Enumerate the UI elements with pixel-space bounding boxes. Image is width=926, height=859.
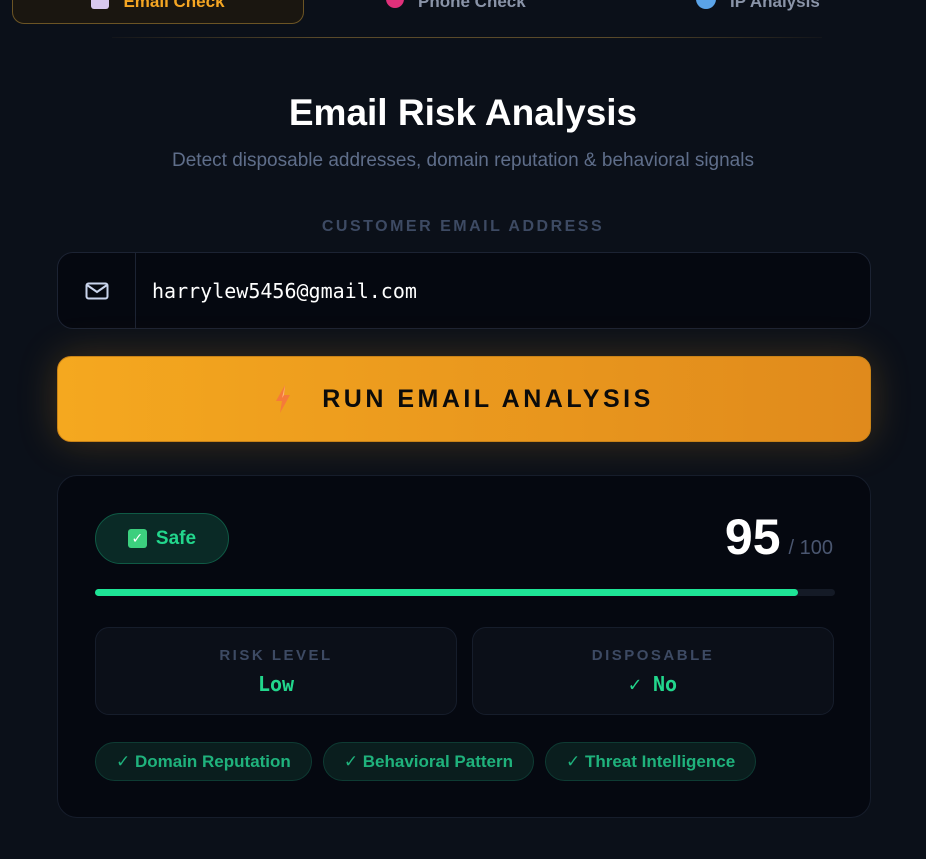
run-button-label: RUN EMAIL ANALYSIS — [322, 384, 654, 413]
phone-icon — [386, 0, 404, 8]
run-email-analysis-button[interactable]: RUN EMAIL ANALYSIS — [57, 356, 871, 442]
page-subtitle: Detect disposable addresses, domain repu… — [172, 150, 754, 171]
check-mark-icon: ✓ — [127, 529, 147, 548]
metric-label: RISK LEVEL — [219, 647, 333, 664]
tab-ip-analysis[interactable]: IP Analysis — [696, 0, 820, 24]
lightning-icon — [276, 385, 291, 413]
check-tags: ✓ Domain Reputation ✓ Behavioral Pattern… — [95, 742, 757, 781]
email-field-label: CUSTOMER EMAIL ADDRESS — [321, 218, 605, 235]
score-value: 95 — [724, 509, 781, 565]
email-icon — [91, 0, 110, 9]
tab-email-check[interactable]: Email Check — [12, 0, 304, 24]
metric-value: Low — [257, 672, 295, 696]
tab-bar: Email Check Phone Check IP Analysis — [0, 0, 926, 40]
tab-label: Email Check — [123, 0, 225, 11]
risk-level-card: RISK LEVEL Low — [95, 627, 457, 715]
mail-icon — [85, 282, 108, 299]
score-progress-bar — [95, 589, 835, 596]
tag-threat-intelligence: ✓ Threat Intelligence — [545, 742, 757, 781]
score-max: / 100 — [788, 537, 833, 559]
score-progress-fill — [95, 589, 798, 596]
risk-score: 95 / 100 — [725, 508, 833, 566]
tag-behavioral-pattern: ✓ Behavioral Pattern — [322, 742, 534, 781]
analysis-panel: Email Check Phone Check IP Analysis Emai… — [0, 0, 926, 859]
metric-value: ✓ No — [628, 672, 678, 696]
email-input[interactable] — [136, 254, 870, 327]
metric-label: DISPOSABLE — [591, 647, 715, 664]
result-card: ✓ Safe 95 / 100 RISK LEVEL Low DISPOSABL… — [57, 475, 871, 818]
tag-domain-reputation: ✓ Domain Reputation — [95, 742, 312, 781]
globe-icon — [696, 0, 716, 9]
email-input-wrapper — [57, 252, 871, 329]
tab-label: IP Analysis — [730, 0, 820, 11]
status-badge: ✓ Safe — [95, 513, 229, 564]
tab-label: Phone Check — [418, 0, 526, 11]
status-label: Safe — [155, 527, 197, 549]
mail-icon-cell — [58, 253, 136, 328]
page-title: Email Risk Analysis — [288, 92, 638, 133]
disposable-card: DISPOSABLE ✓ No — [472, 627, 834, 715]
tab-divider — [112, 37, 822, 38]
tab-phone-check[interactable]: Phone Check — [386, 0, 526, 24]
